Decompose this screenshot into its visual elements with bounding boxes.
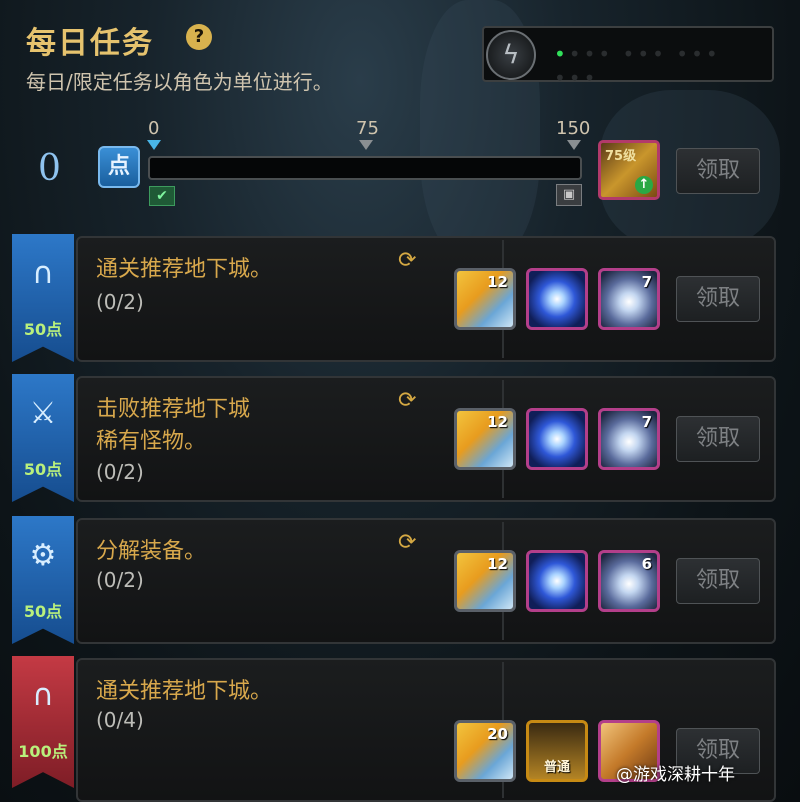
tick-marker-75 xyxy=(359,140,373,150)
task-points: 100点 xyxy=(18,742,68,761)
silver-orb-icon[interactable]: 6 xyxy=(598,550,660,612)
task-points: 50点 xyxy=(23,602,63,621)
task-name-line-1: 击败推荐地下城 xyxy=(96,397,251,422)
refresh-icon[interactable]: ⟳ xyxy=(398,388,416,413)
reward-count: 7 xyxy=(641,273,652,291)
task-progress: (0/2) xyxy=(96,460,144,484)
task-ribbon: ∩ 50点 xyxy=(12,234,74,362)
tick-label-150: 150 xyxy=(556,118,591,139)
gold-crystal-icon[interactable]: 12 xyxy=(454,408,516,470)
weapon-box-icon[interactable]: 75级 ↑ xyxy=(598,140,660,200)
points-progress-bar xyxy=(148,156,582,180)
reward-level-text: 75级 xyxy=(605,149,637,164)
reward-count: 20 xyxy=(487,725,508,743)
task-name: 通关推荐地下城。 xyxy=(96,679,273,704)
gold-crystal-icon[interactable]: 20 xyxy=(454,720,516,782)
reward-tag: 普通 xyxy=(543,760,570,775)
check-icon: ✔ xyxy=(149,186,175,206)
reward-count: 7 xyxy=(641,413,652,431)
refresh-icon[interactable]: ⟳ xyxy=(398,248,416,273)
task-claim-button[interactable]: 领取 xyxy=(676,276,760,322)
dungeon-gate-icon: ∩ xyxy=(32,678,54,713)
blue-orb-icon[interactable] xyxy=(526,268,588,330)
task-row: ⚙ 50点 分解装备。 (0/2) ⟳ 12 6 领取 xyxy=(12,516,776,644)
lightning-icon[interactable]: ϟ xyxy=(486,30,536,80)
task-row: ⚔ 50点 击败推荐地下城 稀有怪物。 (0/2) ⟳ 12 7 领取 xyxy=(12,374,776,502)
gold-crystal-icon[interactable]: 12 xyxy=(454,550,516,612)
tick-marker-150 xyxy=(567,140,581,150)
reward-count: 12 xyxy=(487,413,508,431)
reward-count: 6 xyxy=(641,555,652,573)
refresh-icon[interactable]: ⟳ xyxy=(398,530,416,555)
task-claim-button[interactable]: 领取 xyxy=(676,558,760,604)
watermark: @游戏深耕十年 xyxy=(616,765,735,785)
task-row: ∩ 50点 通关推荐地下城。 (0/2) ⟳ 12 7 领取 xyxy=(12,234,776,362)
silver-orb-icon[interactable]: 7 xyxy=(598,268,660,330)
tick-label-75: 75 xyxy=(356,118,379,139)
points-badge-icon: 点 xyxy=(98,146,140,188)
task-name-line-2: 稀有怪物。 xyxy=(96,429,207,454)
task-points: 50点 xyxy=(23,320,63,339)
task-ribbon: ∩ 100点 xyxy=(12,656,74,788)
task-name: 通关推荐地下城。 xyxy=(96,257,273,282)
blue-orb-icon[interactable] xyxy=(526,550,588,612)
task-ribbon: ⚔ 50点 xyxy=(12,374,74,502)
points-current: 0 xyxy=(38,148,61,189)
page-title: 每日任务 xyxy=(26,26,154,61)
task-progress: (0/4) xyxy=(96,708,144,732)
chest-icon: ▣ xyxy=(556,184,582,206)
silver-orb-icon[interactable]: 7 xyxy=(598,408,660,470)
task-progress: (0/2) xyxy=(96,568,144,592)
sword-shield-icon: ⚔ xyxy=(29,396,57,431)
gold-crystal-icon[interactable]: 12 xyxy=(454,268,516,330)
reward-count: 12 xyxy=(487,273,508,291)
energy-panel: ϟ •••• ••• ••• ••• xyxy=(482,26,774,90)
task-points: 50点 xyxy=(23,460,63,479)
page-subtitle: 每日/限定任务以角色为单位进行。 xyxy=(26,70,333,94)
upgrade-arrow-icon: ↑ xyxy=(635,176,653,194)
task-claim-button[interactable]: 领取 xyxy=(676,416,760,462)
dungeon-gate-icon: ∩ xyxy=(32,256,54,291)
gear-icon: ⚙ xyxy=(29,538,57,573)
reward-count: 12 xyxy=(487,555,508,573)
tick-label-0: 0 xyxy=(148,118,160,139)
blue-orb-icon[interactable] xyxy=(526,408,588,470)
task-name: 分解装备。 xyxy=(96,539,207,564)
task-ribbon: ⚙ 50点 xyxy=(12,516,74,644)
tick-marker-0 xyxy=(147,140,161,150)
question-icon[interactable]: ? xyxy=(186,24,212,50)
task-progress: (0/2) xyxy=(96,290,144,314)
energy-dots: •••• ••• ••• ••• xyxy=(554,42,721,90)
treasure-chest-icon[interactable]: 普通 xyxy=(526,720,588,782)
points-claim-button[interactable]: 领取 xyxy=(676,148,760,194)
